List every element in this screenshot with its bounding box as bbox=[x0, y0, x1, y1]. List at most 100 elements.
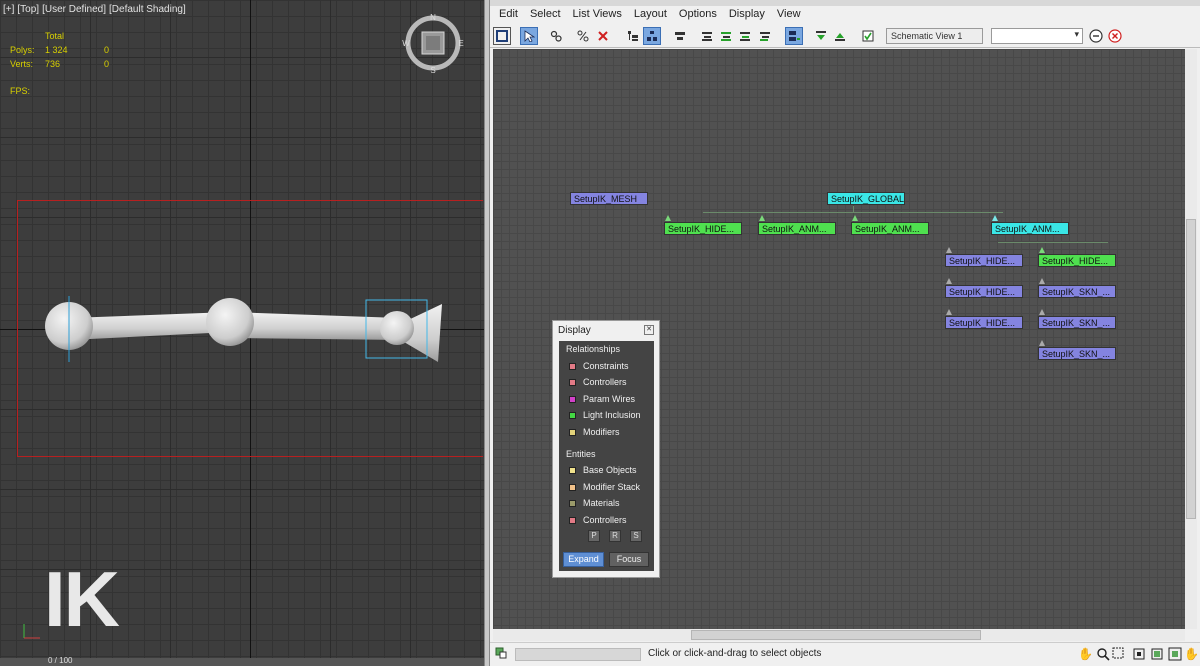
upper-arm-bone bbox=[70, 312, 230, 340]
menu-view[interactable]: View bbox=[773, 6, 805, 20]
horizontal-scroll-thumb[interactable] bbox=[691, 630, 981, 640]
select-mode-button[interactable] bbox=[520, 27, 538, 45]
zoom-icon[interactable] bbox=[1096, 647, 1110, 661]
node-expand-triangle[interactable] bbox=[1039, 278, 1045, 284]
node-setupik-anm-1[interactable]: SetupIK_ANM... bbox=[758, 222, 836, 235]
schematic-canvas[interactable]: SetupIK_MESH SetupIK_GLOBAL SetupIK_HIDE… bbox=[493, 49, 1185, 629]
node-setupik-skn-2[interactable]: SetupIK_SKN_... bbox=[1038, 316, 1116, 329]
viewport-top[interactable]: [+] [Top] [User Defined] [Default Shading] … bbox=[0, 0, 484, 666]
node-setupik-hide-p3[interactable]: SetupIK_HIDE... bbox=[945, 316, 1023, 329]
node-expand-triangle[interactable] bbox=[759, 215, 765, 221]
color-swatch bbox=[569, 467, 576, 474]
references-mode-icon[interactable] bbox=[643, 27, 661, 45]
vertical-scrollbar[interactable] bbox=[1185, 49, 1197, 629]
menu-list-views[interactable]: List Views bbox=[569, 6, 626, 20]
horizontal-scrollbar[interactable] bbox=[493, 629, 1185, 641]
unlink-selected-icon[interactable] bbox=[574, 27, 592, 45]
menu-display[interactable]: Display bbox=[725, 6, 769, 20]
zoom-extents-selected-icon[interactable] bbox=[1150, 647, 1164, 661]
schematic-menu-bar: Edit Select List Views Layout Options Display… bbox=[490, 6, 1200, 24]
position-toggle-button[interactable]: P bbox=[588, 530, 600, 542]
node-expand-triangle[interactable] bbox=[1039, 309, 1045, 315]
node-setupik-skn-1[interactable]: SetupIK_SKN_... bbox=[1038, 285, 1116, 298]
node-expand-triangle[interactable] bbox=[992, 215, 998, 221]
preferences-checkbox-icon[interactable] bbox=[859, 27, 877, 45]
status-prompt-text: Click or click-and-drag to select object… bbox=[648, 648, 822, 659]
node-setupik-hide-p2[interactable]: SetupIK_HIDE... bbox=[945, 285, 1023, 298]
node-expand-triangle[interactable] bbox=[665, 215, 671, 221]
node-setupik-anm-2[interactable]: SetupIK_ANM... bbox=[851, 222, 929, 235]
toggle-label: Modifier Stack bbox=[583, 482, 641, 492]
connect-icon[interactable] bbox=[547, 27, 565, 45]
node-setupik-skn-3[interactable]: SetupIK_SKN_... bbox=[1038, 347, 1116, 360]
schematic-status-bar: Click or click-and-drag to select object… bbox=[490, 642, 1200, 666]
zoom-region-icon[interactable] bbox=[1112, 647, 1126, 661]
time-slider[interactable]: 0 / 100 bbox=[0, 656, 484, 666]
color-swatch bbox=[569, 429, 576, 436]
arrange-children-icon[interactable] bbox=[698, 27, 716, 45]
toggle-label: Materials bbox=[583, 498, 620, 508]
zoom-extents-icon[interactable] bbox=[1132, 647, 1146, 661]
free-all-icon[interactable] bbox=[736, 27, 754, 45]
app-root: [+] [Top] [User Defined] [Default Shading] … bbox=[0, 0, 1200, 666]
pan-to-selected-icon[interactable] bbox=[1168, 647, 1182, 661]
search-name-field[interactable] bbox=[515, 648, 641, 661]
toggle-label: Controllers bbox=[583, 515, 627, 525]
expand-button[interactable]: Expand bbox=[563, 552, 604, 567]
hand-grab-icon[interactable]: ✋ bbox=[1184, 647, 1199, 661]
node-setupik-global[interactable]: SetupIK_GLOBAL bbox=[827, 192, 905, 205]
move-children-icon[interactable] bbox=[785, 27, 803, 45]
toggle-label: Base Objects bbox=[583, 465, 637, 475]
display-floater-button[interactable] bbox=[493, 27, 511, 45]
node-setupik-hide-1[interactable]: SetupIK_HIDE... bbox=[664, 222, 742, 235]
menu-select[interactable]: Select bbox=[526, 6, 565, 20]
toggle-modifiers[interactable]: Modifiers bbox=[569, 427, 620, 440]
vertical-scroll-thumb[interactable] bbox=[1186, 219, 1196, 519]
frame-counter: 0 / 100 bbox=[48, 656, 73, 665]
node-expand-triangle[interactable] bbox=[852, 215, 858, 221]
rotation-toggle-button[interactable]: R bbox=[609, 530, 621, 542]
hierarchy-mode-icon[interactable] bbox=[624, 27, 642, 45]
schematic-toolbar: Schematic View 1 ▾ bbox=[490, 24, 1200, 48]
close-icon[interactable]: ✕ bbox=[644, 325, 654, 335]
schematic-status-icon[interactable] bbox=[494, 647, 508, 661]
toggle-param-wires[interactable]: Param Wires bbox=[569, 394, 635, 407]
delete-icon[interactable] bbox=[594, 27, 612, 45]
color-swatch bbox=[569, 379, 576, 386]
node-expand-triangle[interactable] bbox=[1039, 340, 1045, 346]
collapse-selected-icon[interactable] bbox=[831, 27, 849, 45]
schematic-view-name-field[interactable]: Schematic View 1 bbox=[886, 28, 983, 44]
toggle-light-inclusion[interactable]: Light Inclusion bbox=[569, 410, 641, 423]
display-panel-title[interactable]: Display bbox=[558, 325, 591, 336]
focus-button[interactable]: Focus bbox=[609, 552, 649, 567]
node-setupik-mesh[interactable]: SetupIK_MESH bbox=[570, 192, 648, 205]
toggle-constraints[interactable]: Constraints bbox=[569, 361, 629, 374]
node-expand-triangle[interactable] bbox=[946, 247, 952, 253]
toggle-modifier-stack[interactable]: Modifier Stack bbox=[569, 482, 640, 495]
node-setupik-anm-3[interactable]: SetupIK_ANM... bbox=[991, 222, 1069, 235]
scale-toggle-button[interactable]: S bbox=[630, 530, 642, 542]
node-expand-triangle[interactable] bbox=[946, 278, 952, 284]
named-view-dropdown[interactable]: ▾ bbox=[991, 28, 1083, 44]
always-arrange-icon[interactable] bbox=[671, 27, 689, 45]
schematic-view-window: Edit Select List Views Layout Options Display… bbox=[490, 0, 1200, 666]
arrange-selected-icon[interactable] bbox=[717, 27, 735, 45]
menu-options[interactable]: Options bbox=[675, 6, 721, 20]
node-setupik-hide-g1[interactable]: SetupIK_HIDE... bbox=[1038, 254, 1116, 267]
free-selected-icon[interactable] bbox=[756, 27, 774, 45]
node-setupik-hide-p1[interactable]: SetupIK_HIDE... bbox=[945, 254, 1023, 267]
delete-view-icon[interactable] bbox=[1106, 27, 1124, 45]
toggle-controllers[interactable]: Controllers bbox=[569, 377, 627, 390]
menu-edit[interactable]: Edit bbox=[495, 6, 522, 20]
expand-selected-icon[interactable] bbox=[812, 27, 830, 45]
toggle-materials[interactable]: Materials bbox=[569, 498, 620, 511]
wrist-joint bbox=[380, 311, 414, 345]
toggle-label: Controllers bbox=[583, 377, 627, 387]
pan-hand-icon[interactable]: ✋ bbox=[1078, 647, 1093, 661]
toggle-base-objects[interactable]: Base Objects bbox=[569, 465, 637, 478]
toggle-entity-controllers[interactable]: Controllers bbox=[569, 515, 627, 528]
zoom-selected-icon[interactable] bbox=[1087, 27, 1105, 45]
node-expand-triangle[interactable] bbox=[1039, 247, 1045, 253]
menu-layout[interactable]: Layout bbox=[630, 6, 671, 20]
node-expand-triangle[interactable] bbox=[946, 309, 952, 315]
